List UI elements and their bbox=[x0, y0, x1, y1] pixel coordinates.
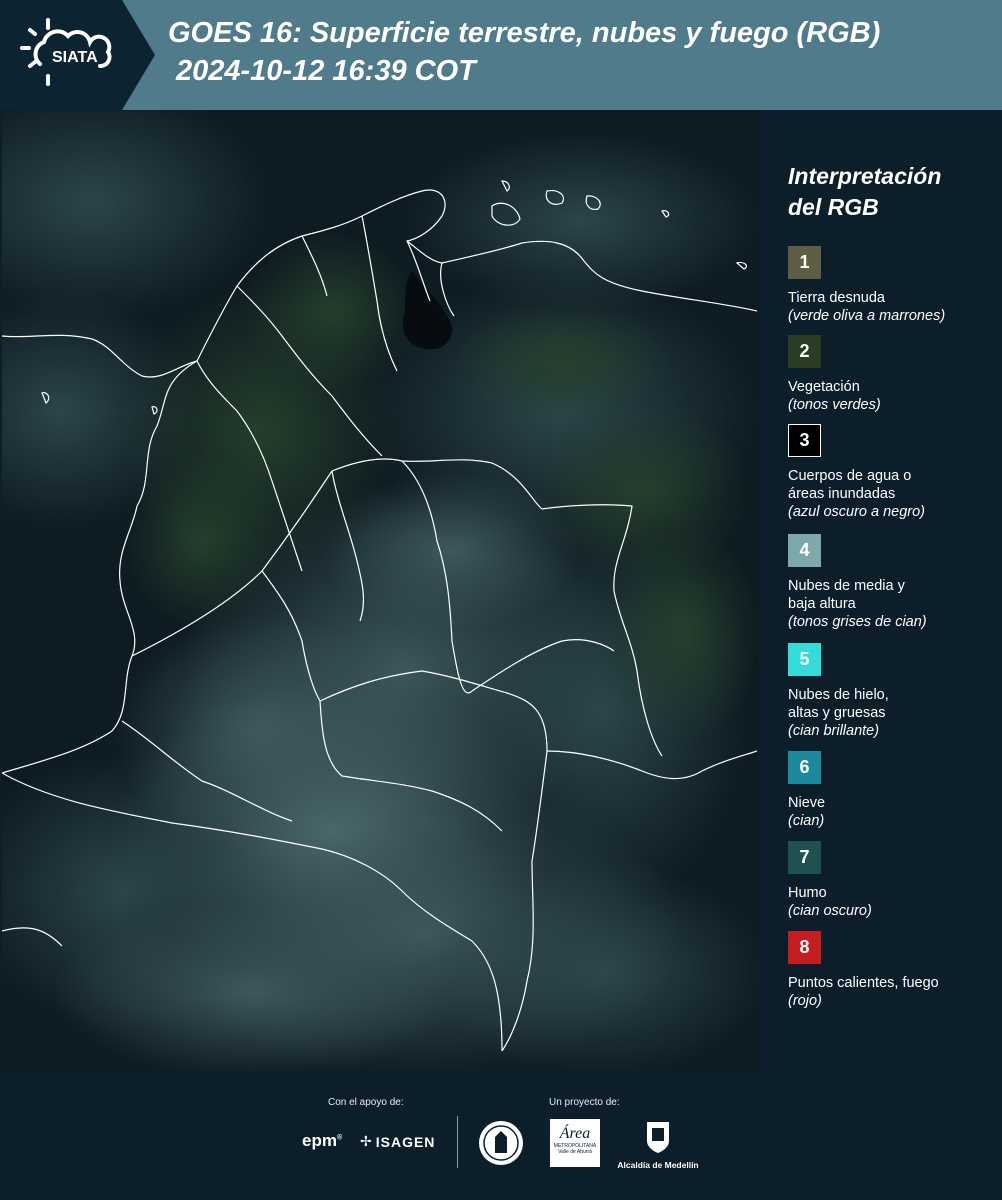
logo-background: SIATA bbox=[0, 0, 155, 110]
legend-item-2: 2 Vegetación (tonos verdes) bbox=[788, 335, 998, 414]
legend-label-8: Puntos calientes, fuego (rojo) bbox=[788, 974, 998, 1010]
legend-number: 3 bbox=[799, 430, 810, 450]
brand-text: SIATA bbox=[52, 49, 98, 66]
alcaldia-logo-text: Alcaldía de Medellín bbox=[617, 1160, 699, 1170]
header-bar: SIATA GOES 16: Superficie terrestre, nub… bbox=[0, 0, 1002, 110]
legend-text: Nieve bbox=[788, 795, 826, 811]
legend-desc: (cian) bbox=[788, 813, 825, 829]
legend-item-7: 7 Humo (cian oscuro) bbox=[788, 841, 998, 920]
legend-desc: (rojo) bbox=[788, 993, 822, 1009]
legend-text: Cuerpos de agua o bbox=[788, 468, 912, 484]
legend-swatch-7: 7 bbox=[788, 841, 821, 874]
legend-title-line-1: Interpretación bbox=[788, 163, 942, 189]
legend-swatch-6: 6 bbox=[788, 751, 821, 784]
footer-sponsors: Con el apoyo de: Un proyecto de: epm® ✢ … bbox=[0, 1071, 1002, 1200]
legend-panel: Interpretación del RGB 1 Tierra desnuda (… bbox=[760, 111, 1002, 1071]
legend-text: baja altura bbox=[788, 596, 856, 612]
footer-divider bbox=[457, 1116, 458, 1168]
legend-label-4: Nubes de media y baja altura (tonos grises… bbox=[788, 577, 998, 631]
legend-label-3: Cuerpos de agua o áreas inundadas (azul os… bbox=[788, 467, 998, 521]
legend-item-6: 6 Nieve (cian) bbox=[788, 751, 998, 830]
legend-swatch-3: 3 bbox=[788, 424, 821, 457]
legend-desc: (verde oliva a marrones) bbox=[788, 308, 946, 324]
legend-item-8: 8 Puntos calientes, fuego (rojo) bbox=[788, 931, 998, 1010]
legend-number: 6 bbox=[799, 757, 810, 777]
legend-swatch-4: 4 bbox=[788, 534, 821, 567]
legend-desc: (tonos verdes) bbox=[788, 397, 881, 413]
map-canvas bbox=[2, 111, 759, 1071]
support-caption: Con el apoyo de: bbox=[328, 1097, 404, 1108]
isagen-logo[interactable]: ✢ ISAGEN bbox=[360, 1133, 435, 1150]
title-line-2: 2024-10-12 16:39 COT bbox=[176, 55, 476, 87]
legend-text: áreas inundadas bbox=[788, 486, 896, 502]
seal-icon bbox=[479, 1121, 523, 1165]
legend-number: 8 bbox=[799, 937, 810, 957]
area-logo-sub2: Valle de Aburrá bbox=[558, 1149, 592, 1155]
legend-swatch-1: 1 bbox=[788, 246, 821, 279]
area-logo-text: Área bbox=[559, 1125, 591, 1142]
legend-text: altas y gruesas bbox=[788, 705, 886, 721]
legend-item-5: 5 Nubes de hielo, altas y gruesas (cian br… bbox=[788, 643, 998, 740]
legend-item-4: 4 Nubes de media y baja altura (tonos gris… bbox=[788, 534, 998, 631]
epm-logo[interactable]: epm® bbox=[302, 1131, 342, 1151]
epm-logo-text: epm bbox=[302, 1131, 337, 1150]
legend-swatch-5: 5 bbox=[788, 643, 821, 676]
legend-text: Nubes de media y bbox=[788, 578, 905, 594]
satellite-map[interactable] bbox=[2, 111, 759, 1071]
page-title: GOES 16: Superficie terrestre, nubes y f… bbox=[168, 14, 998, 90]
legend-text: Vegetación bbox=[788, 379, 860, 395]
isagen-mark-icon: ✢ bbox=[360, 1133, 373, 1149]
legend-swatch-2: 2 bbox=[788, 335, 821, 368]
project-caption: Un proyecto de: bbox=[549, 1097, 620, 1108]
legend-label-1: Tierra desnuda (verde oliva a marrones) bbox=[788, 289, 998, 325]
siata-logo[interactable]: SIATA bbox=[0, 0, 155, 110]
legend-desc: (tonos grises de cian) bbox=[788, 614, 927, 630]
legend-number: 7 bbox=[799, 847, 810, 867]
legend-number: 4 bbox=[799, 540, 810, 560]
shield-icon bbox=[647, 1122, 669, 1153]
legend-desc: (cian oscuro) bbox=[788, 903, 872, 919]
legend-text: Humo bbox=[788, 885, 827, 901]
legend-text: Nubes de hielo, bbox=[788, 687, 889, 703]
isagen-logo-text: ISAGEN bbox=[375, 1133, 436, 1150]
legend-title-line-2: del RGB bbox=[788, 194, 879, 220]
legend-text: Puntos calientes, fuego bbox=[788, 975, 939, 991]
legend-desc: (azul oscuro a negro) bbox=[788, 504, 926, 520]
university-seal-logo[interactable] bbox=[477, 1119, 525, 1172]
legend-number: 5 bbox=[799, 649, 810, 669]
legend-title: Interpretación del RGB bbox=[788, 161, 998, 223]
legend-number: 1 bbox=[799, 252, 810, 272]
legend-desc: (cian brillante) bbox=[788, 723, 880, 739]
legend-swatch-8: 8 bbox=[788, 931, 821, 964]
legend-label-7: Humo (cian oscuro) bbox=[788, 884, 998, 920]
legend-label-6: Nieve (cian) bbox=[788, 794, 998, 830]
legend-item-1: 1 Tierra desnuda (verde oliva a marrones) bbox=[788, 246, 998, 325]
alcaldia-medellin-logo[interactable]: Alcaldía de Medellín bbox=[612, 1119, 704, 1170]
legend-text: Tierra desnuda bbox=[788, 290, 885, 306]
title-line-1: GOES 16: Superficie terrestre, nubes y f… bbox=[168, 17, 881, 49]
legend-label-2: Vegetación (tonos verdes) bbox=[788, 378, 998, 414]
legend-item-3: 3 Cuerpos de agua o áreas inundadas (azul … bbox=[788, 424, 998, 521]
area-metropolitana-logo[interactable]: Área METROPOLITANA Valle de Aburrá bbox=[550, 1119, 600, 1167]
legend-number: 2 bbox=[799, 341, 810, 361]
legend-label-5: Nubes de hielo, altas y gruesas (cian bril… bbox=[788, 686, 998, 740]
